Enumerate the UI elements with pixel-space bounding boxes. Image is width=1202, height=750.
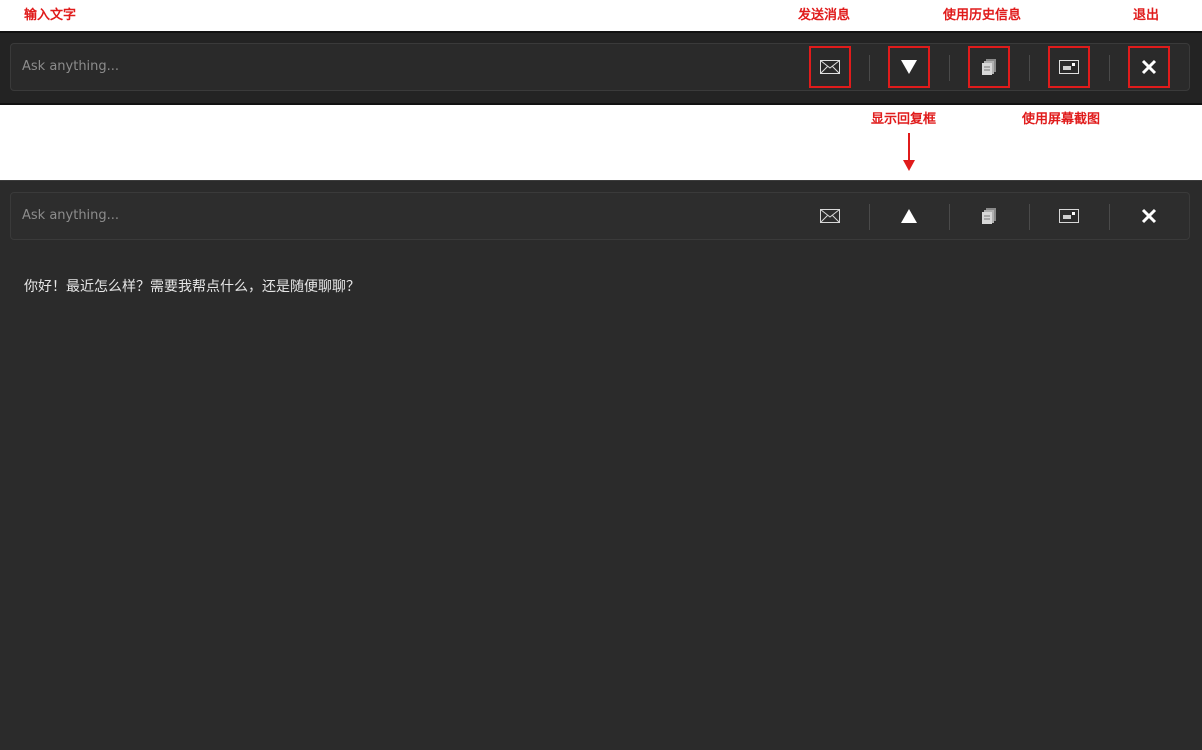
screenshot-button[interactable] — [1048, 195, 1090, 237]
separator — [949, 204, 950, 230]
toggle-reply-button[interactable] — [888, 195, 930, 237]
exit-button[interactable] — [1128, 46, 1170, 88]
separator — [1109, 204, 1110, 230]
screenshot-icon — [1059, 60, 1079, 74]
separator — [1029, 204, 1030, 230]
stack-icon — [982, 59, 996, 75]
ask-input[interactable]: Ask anything... — [22, 44, 119, 90]
stack-icon — [982, 208, 996, 224]
reply-text: 你好！最近怎么样？需要我帮点什么，还是随便聊聊？ — [24, 279, 360, 295]
annotation-send-message: 发送消息 — [798, 8, 851, 23]
toggle-reply-button[interactable] — [888, 46, 930, 88]
annotation-arrow-icon — [903, 133, 915, 171]
separator — [949, 55, 950, 81]
separator — [869, 204, 870, 230]
annotation-input-text: 输入文字 — [24, 8, 77, 23]
expanded-window: Ask anything... 你好！最近怎么样？需要我帮点什么，还是随便聊聊？ — [0, 180, 1202, 750]
annotation-exit: 退出 — [1133, 8, 1160, 23]
ask-input[interactable]: Ask anything... — [22, 193, 119, 239]
triangle-up-icon — [901, 209, 917, 223]
input-bar: Ask anything... — [10, 192, 1190, 240]
separator — [869, 55, 870, 81]
send-button[interactable] — [809, 46, 851, 88]
history-button[interactable] — [968, 46, 1010, 88]
annotation-use-screenshot: 使用屏幕截图 — [1022, 112, 1101, 127]
screenshot-icon — [1059, 209, 1079, 223]
separator — [1109, 55, 1110, 81]
close-icon — [1141, 59, 1157, 75]
separator — [1029, 55, 1030, 81]
history-button[interactable] — [968, 195, 1010, 237]
send-button[interactable] — [809, 195, 851, 237]
screenshot-button[interactable] — [1048, 46, 1090, 88]
close-icon — [1141, 208, 1157, 224]
input-bar: Ask anything... — [10, 43, 1190, 91]
exit-button[interactable] — [1128, 195, 1170, 237]
collapsed-window: Ask anything... — [0, 31, 1202, 105]
envelope-icon — [820, 60, 840, 74]
triangle-down-icon — [901, 60, 917, 74]
annotation-use-history: 使用历史信息 — [943, 8, 1022, 23]
envelope-icon — [820, 209, 840, 223]
annotation-show-reply: 显示回复框 — [871, 112, 937, 127]
